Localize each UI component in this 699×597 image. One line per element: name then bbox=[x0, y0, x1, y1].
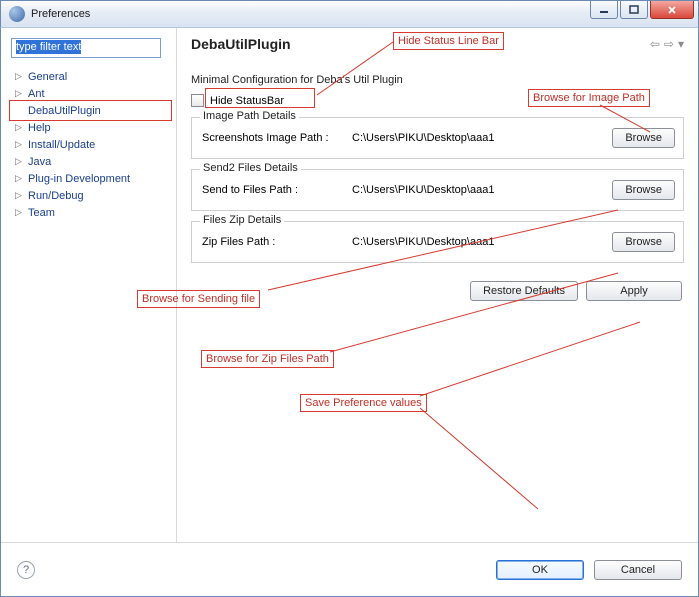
browse-image-button[interactable]: Browse bbox=[612, 128, 675, 148]
tree-item-java[interactable]: ▷Java bbox=[11, 153, 170, 170]
close-button[interactable] bbox=[650, 1, 694, 19]
forward-icon[interactable]: ⇨ bbox=[664, 37, 674, 51]
tree-item-help[interactable]: ▷Help bbox=[11, 119, 170, 136]
tree-item-ant[interactable]: ▷Ant bbox=[11, 85, 170, 102]
image-path-legend: Image Path Details bbox=[200, 110, 299, 122]
cancel-button[interactable]: Cancel bbox=[594, 560, 682, 580]
send-path-value: C:\Users\PIKU\Desktop\aaa1 bbox=[352, 184, 602, 196]
apply-button[interactable]: Apply bbox=[586, 281, 682, 301]
tree-item-plugin-dev[interactable]: ▷Plug-in Development bbox=[11, 170, 170, 187]
help-icon[interactable]: ? bbox=[17, 561, 35, 579]
window-titlebar: Preferences bbox=[0, 0, 699, 28]
restore-defaults-button[interactable]: Restore Defaults bbox=[470, 281, 578, 301]
send-files-group: Send2 Files Details Send to Files Path :… bbox=[191, 169, 684, 211]
hide-statusbar-checkbox[interactable] bbox=[191, 94, 204, 107]
back-icon[interactable]: ⇦ bbox=[650, 37, 660, 51]
content-pane: DebaUtilPlugin ⇦ ⇨ ▾ Minimal Configurati… bbox=[177, 28, 698, 542]
send-path-label: Send to Files Path : bbox=[202, 184, 342, 196]
app-icon bbox=[9, 6, 25, 22]
image-path-group: Image Path Details Screenshots Image Pat… bbox=[191, 117, 684, 159]
tree-item-general[interactable]: ▷General bbox=[11, 68, 170, 85]
ok-button[interactable]: OK bbox=[496, 560, 584, 580]
zip-files-legend: Files Zip Details bbox=[200, 214, 284, 226]
preference-tree: ▷General ▷Ant DebaUtilPlugin ▷Help ▷Inst… bbox=[11, 68, 170, 221]
tree-item-run-debug[interactable]: ▷Run/Debug bbox=[11, 187, 170, 204]
tree-item-install-update[interactable]: ▷Install/Update bbox=[11, 136, 170, 153]
screenshots-path-value: C:\Users\PIKU\Desktop\aaa1 bbox=[352, 132, 602, 144]
dialog-button-bar: ? OK Cancel bbox=[1, 542, 698, 596]
minimize-button[interactable] bbox=[590, 1, 618, 19]
zip-path-value: C:\Users\PIKU\Desktop\aaa1 bbox=[352, 236, 602, 248]
maximize-button[interactable] bbox=[620, 1, 648, 19]
browse-send-button[interactable]: Browse bbox=[612, 180, 675, 200]
tree-item-team[interactable]: ▷Team bbox=[11, 204, 170, 221]
page-heading: DebaUtilPlugin bbox=[191, 36, 291, 52]
browse-zip-button[interactable]: Browse bbox=[612, 232, 675, 252]
screenshots-path-label: Screenshots Image Path : bbox=[202, 132, 342, 144]
zip-path-label: Zip Files Path : bbox=[202, 236, 342, 248]
menu-icon[interactable]: ▾ bbox=[678, 37, 684, 51]
tree-item-debautilplugin[interactable]: DebaUtilPlugin bbox=[11, 102, 170, 119]
page-subtitle: Minimal Configuration for Deba's Util Pl… bbox=[191, 74, 684, 86]
send-files-legend: Send2 Files Details bbox=[200, 162, 301, 174]
window-title: Preferences bbox=[31, 8, 90, 20]
zip-files-group: Files Zip Details Zip Files Path : C:\Us… bbox=[191, 221, 684, 263]
tree-pane: type filter text ▷General ▷Ant DebaUtilP… bbox=[1, 28, 177, 542]
hide-statusbar-label: Hide StatusBar bbox=[210, 95, 284, 107]
filter-input[interactable]: type filter text bbox=[11, 38, 161, 58]
